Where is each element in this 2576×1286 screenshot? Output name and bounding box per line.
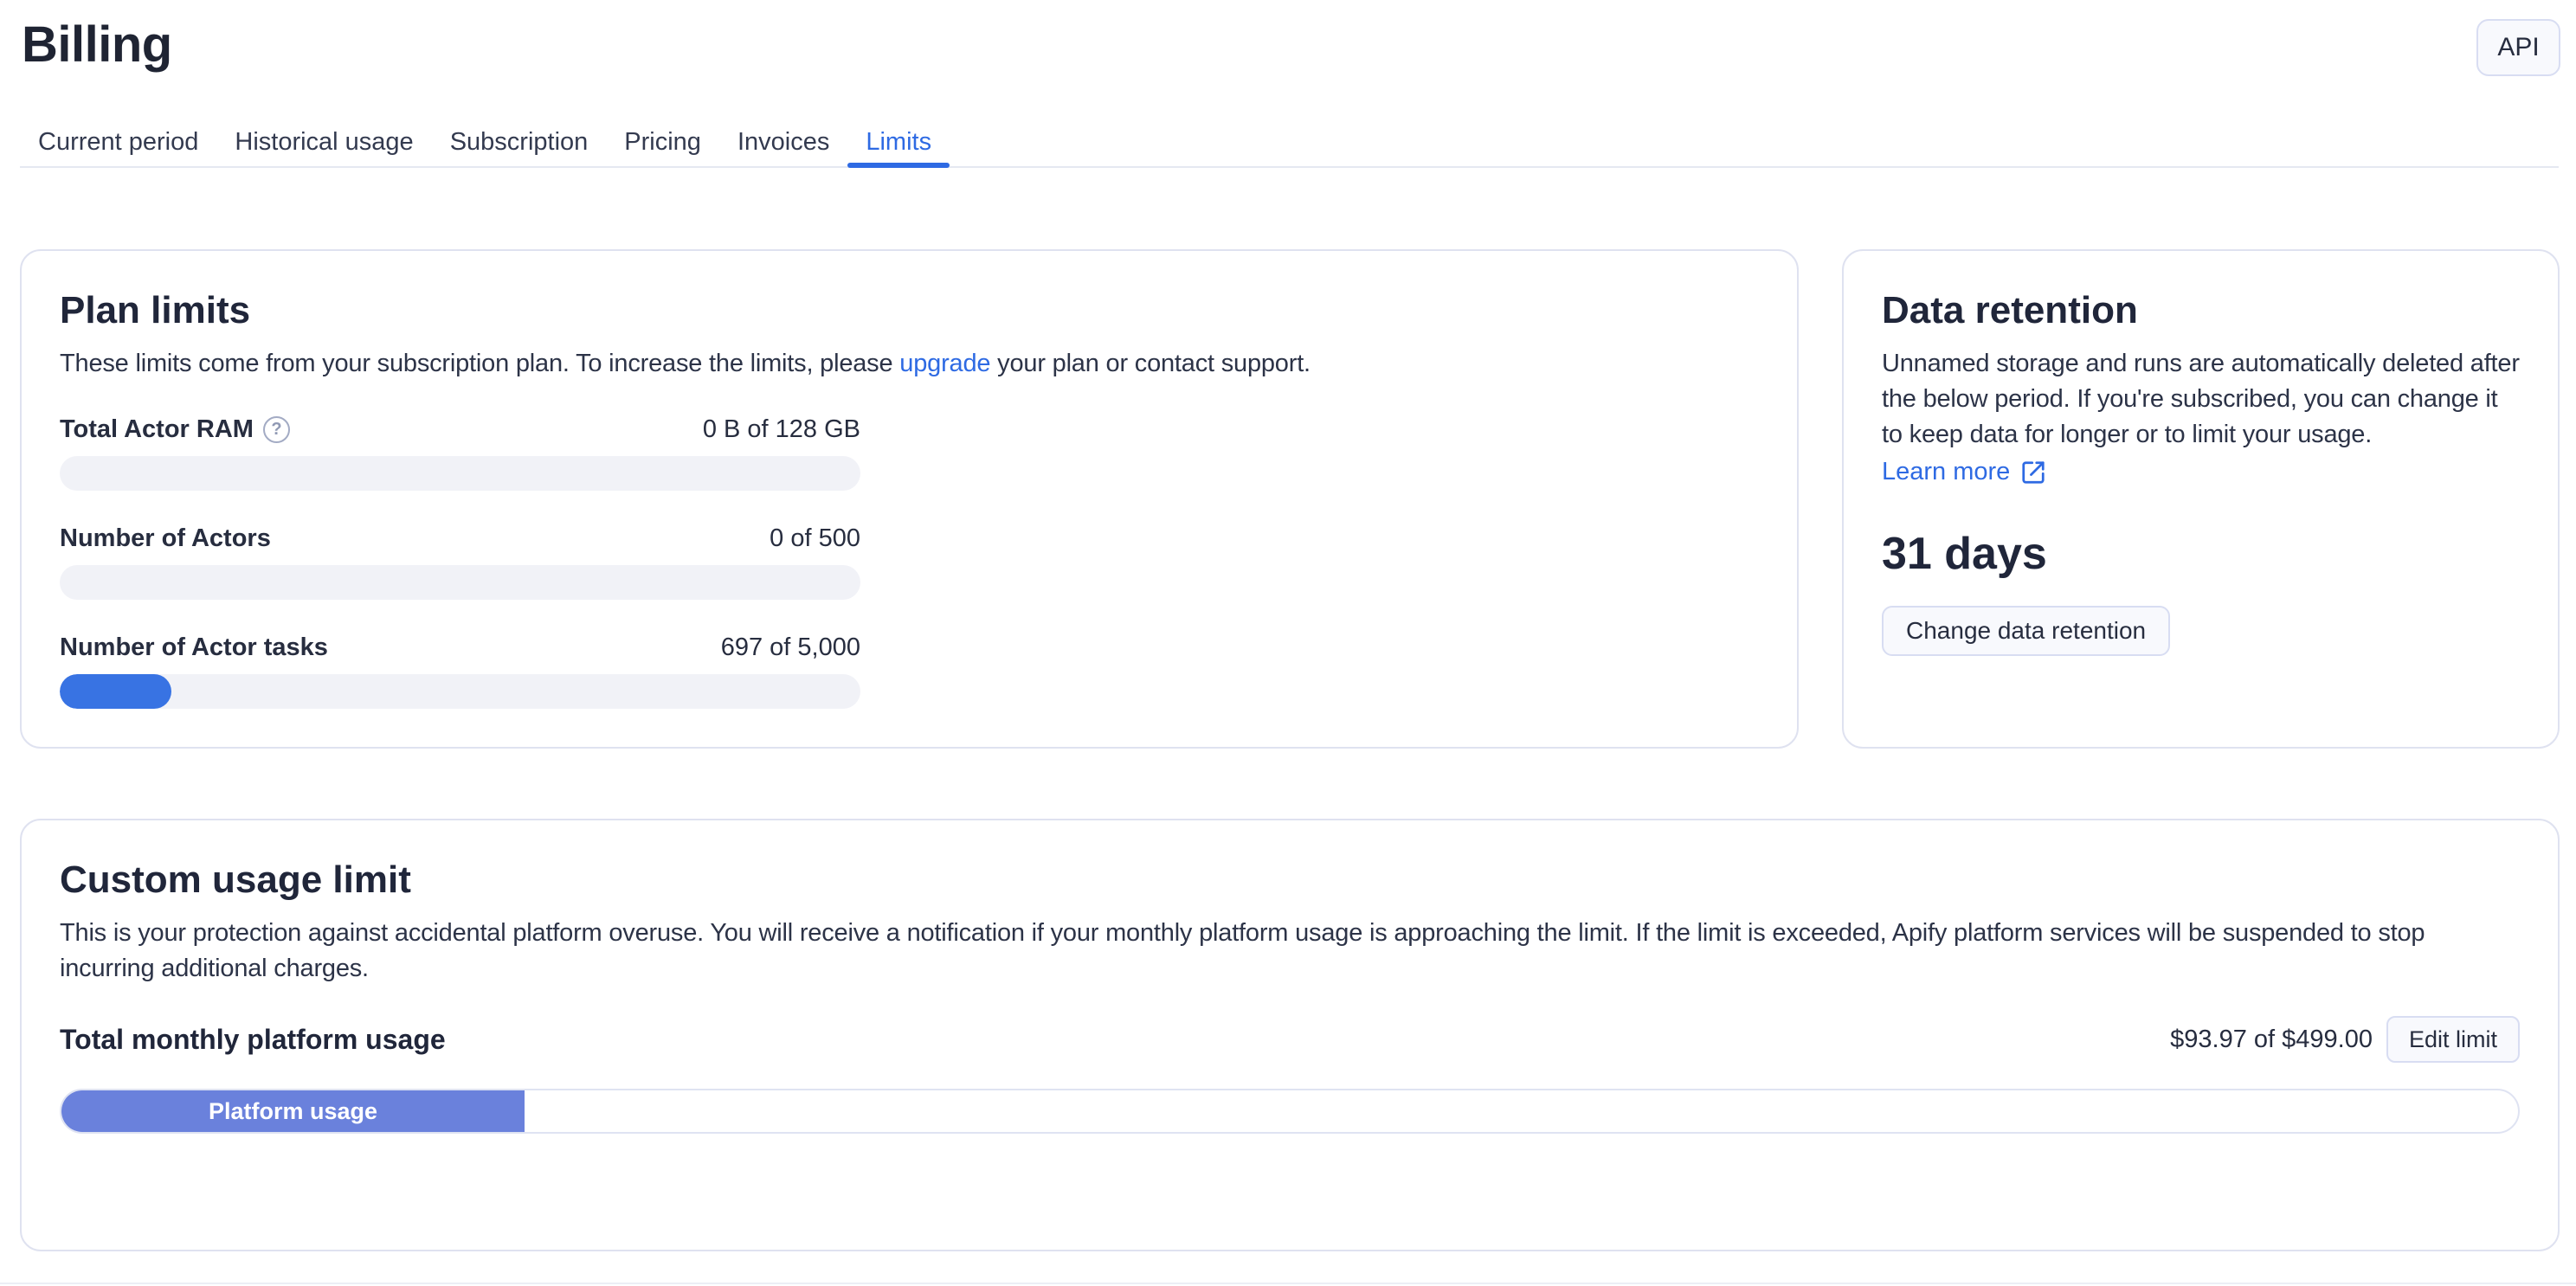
usage-limit-value: $93.97 of $499.00	[2170, 1026, 2373, 1054]
learn-more-label: Learn more	[1882, 454, 2010, 490]
page-title: Billing	[22, 17, 172, 73]
retention-period-value: 31 days	[1882, 528, 2520, 580]
data-retention-card: Data retention Unnamed storage and runs …	[1842, 249, 2560, 749]
progress-track-actors	[60, 565, 860, 600]
usage-progress-label: Platform usage	[209, 1098, 377, 1125]
progress-track-actor-ram	[60, 456, 860, 491]
limit-label-text: Number of Actor tasks	[60, 632, 328, 663]
data-retention-description: Unnamed storage and runs are automatical…	[1882, 346, 2520, 453]
api-button[interactable]: API	[2476, 19, 2560, 76]
progress-track-actor-tasks	[60, 674, 860, 709]
tab-subscription[interactable]: Subscription	[432, 118, 607, 166]
limit-value-actor-tasks: 697 of 5,000	[721, 632, 860, 663]
tab-invoices[interactable]: Invoices	[719, 118, 847, 166]
change-data-retention-button[interactable]: Change data retention	[1882, 606, 2170, 656]
data-retention-title: Data retention	[1882, 287, 2520, 334]
external-link-icon	[2020, 460, 2046, 485]
plan-limits-card: Plan limits These limits come from your …	[20, 249, 1799, 749]
learn-more-link[interactable]: Learn more	[1882, 454, 2046, 490]
upgrade-link[interactable]: upgrade	[899, 350, 990, 377]
plan-limits-title: Plan limits	[60, 287, 1759, 334]
plan-limits-description-suffix: your plan or contact support.	[990, 350, 1311, 377]
usage-progress-fill: Platform usage	[61, 1090, 525, 1132]
usage-progress-track: Platform usage	[60, 1089, 2520, 1134]
limit-row-actor-ram: Total Actor RAM ? 0 B of 128 GB	[60, 414, 860, 491]
plan-limits-description-prefix: These limits come from your subscription…	[60, 350, 899, 377]
custom-usage-limit-title: Custom usage limit	[60, 857, 2520, 903]
limit-label-actor-tasks: Number of Actor tasks	[60, 632, 328, 663]
usage-limit-label: Total monthly platform usage	[60, 1024, 446, 1056]
progress-fill-actor-tasks	[60, 674, 171, 709]
limit-label-actors: Number of Actors	[60, 523, 271, 554]
limit-row-actors: Number of Actors 0 of 500	[60, 523, 860, 600]
edit-limit-button[interactable]: Edit limit	[2386, 1016, 2520, 1063]
limit-label-text: Number of Actors	[60, 523, 271, 554]
limit-row-actor-tasks: Number of Actor tasks 697 of 5,000	[60, 632, 860, 709]
plan-limits-description: These limits come from your subscription…	[60, 346, 1759, 382]
tab-limits[interactable]: Limits	[847, 118, 950, 166]
tab-historical-usage[interactable]: Historical usage	[216, 118, 431, 166]
limit-label-text: Total Actor RAM	[60, 414, 254, 445]
plan-limits-rows: Total Actor RAM ? 0 B of 128 GB Number o…	[60, 414, 860, 709]
custom-usage-limit-card: Custom usage limit This is your protecti…	[20, 819, 2560, 1251]
limit-value-actors: 0 of 500	[770, 523, 860, 554]
usage-limit-row: Total monthly platform usage $93.97 of $…	[60, 1016, 2520, 1063]
custom-usage-limit-description: This is your protection against accident…	[60, 916, 2520, 987]
limit-label-actor-ram: Total Actor RAM ?	[60, 414, 290, 445]
billing-tabs: Current period Historical usage Subscrip…	[20, 118, 2559, 168]
page-bottom-divider	[0, 1283, 2576, 1284]
limit-value-actor-ram: 0 B of 128 GB	[703, 414, 860, 445]
help-icon[interactable]: ?	[263, 416, 290, 443]
tab-pricing[interactable]: Pricing	[606, 118, 719, 166]
tab-current-period[interactable]: Current period	[20, 118, 216, 166]
